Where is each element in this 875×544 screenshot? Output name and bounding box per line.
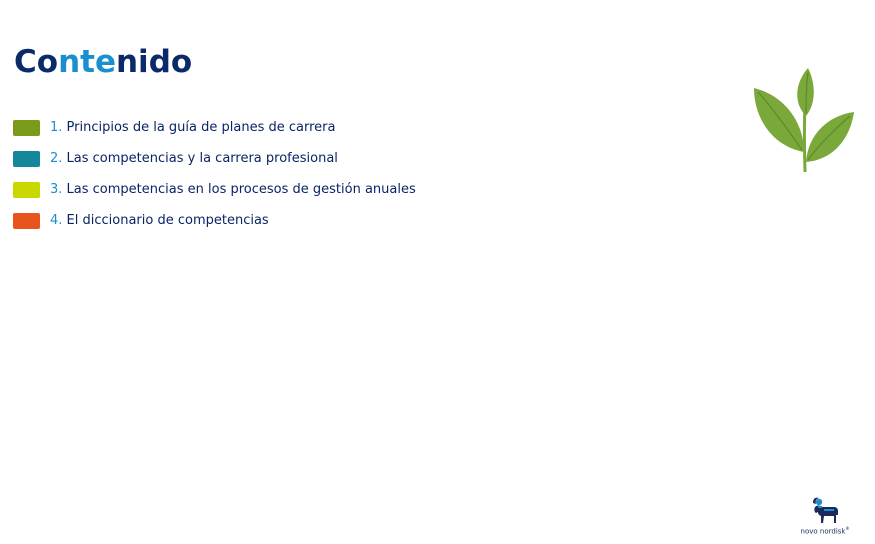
item-text: Las competencias y la carrera profesiona… (66, 151, 338, 166)
title-part-4: do (148, 44, 193, 80)
bullet-swatch (13, 120, 40, 136)
item-text: Principios de la guía de planes de carre… (66, 120, 336, 135)
contents-item-label: 4. El diccionario de competencias (50, 211, 269, 231)
item-text: Las competencias en los procesos de gest… (66, 182, 416, 197)
bullet-swatch (13, 151, 40, 167)
bullet-swatch (13, 213, 40, 229)
contents-list: 1. Principios de la guía de planes de ca… (13, 118, 416, 242)
contents-item-3: 3. Las competencias en los procesos de g… (13, 180, 416, 211)
contents-item-label: 2. Las competencias y la carrera profesi… (50, 149, 338, 169)
contents-item-1: 1. Principios de la guía de planes de ca… (13, 118, 416, 149)
contents-item-4: 4. El diccionario de competencias (13, 211, 416, 242)
item-number: 1. (50, 120, 63, 135)
bullet-swatch (13, 182, 40, 198)
title-part-2: nte (58, 44, 116, 80)
registered-mark: ® (845, 526, 850, 531)
company-logo: novo nordisk® (797, 497, 853, 537)
contents-item-label: 3. Las competencias en los procesos de g… (50, 180, 416, 200)
apis-bull-icon (813, 497, 838, 523)
item-number: 3. (50, 182, 63, 197)
item-text: El diccionario de competencias (66, 213, 269, 228)
item-number: 2. (50, 151, 63, 166)
logo-text: novo nordisk (800, 527, 846, 536)
contents-item-2: 2. Las competencias y la carrera profesi… (13, 149, 416, 180)
contents-item-label: 1. Principios de la guía de planes de ca… (50, 118, 335, 138)
page-title: Contenido (14, 40, 192, 84)
item-number: 4. (50, 213, 63, 228)
title-part-3: ni (115, 44, 149, 80)
sprout-icon (750, 66, 856, 174)
title-part-1: Co (14, 44, 59, 80)
